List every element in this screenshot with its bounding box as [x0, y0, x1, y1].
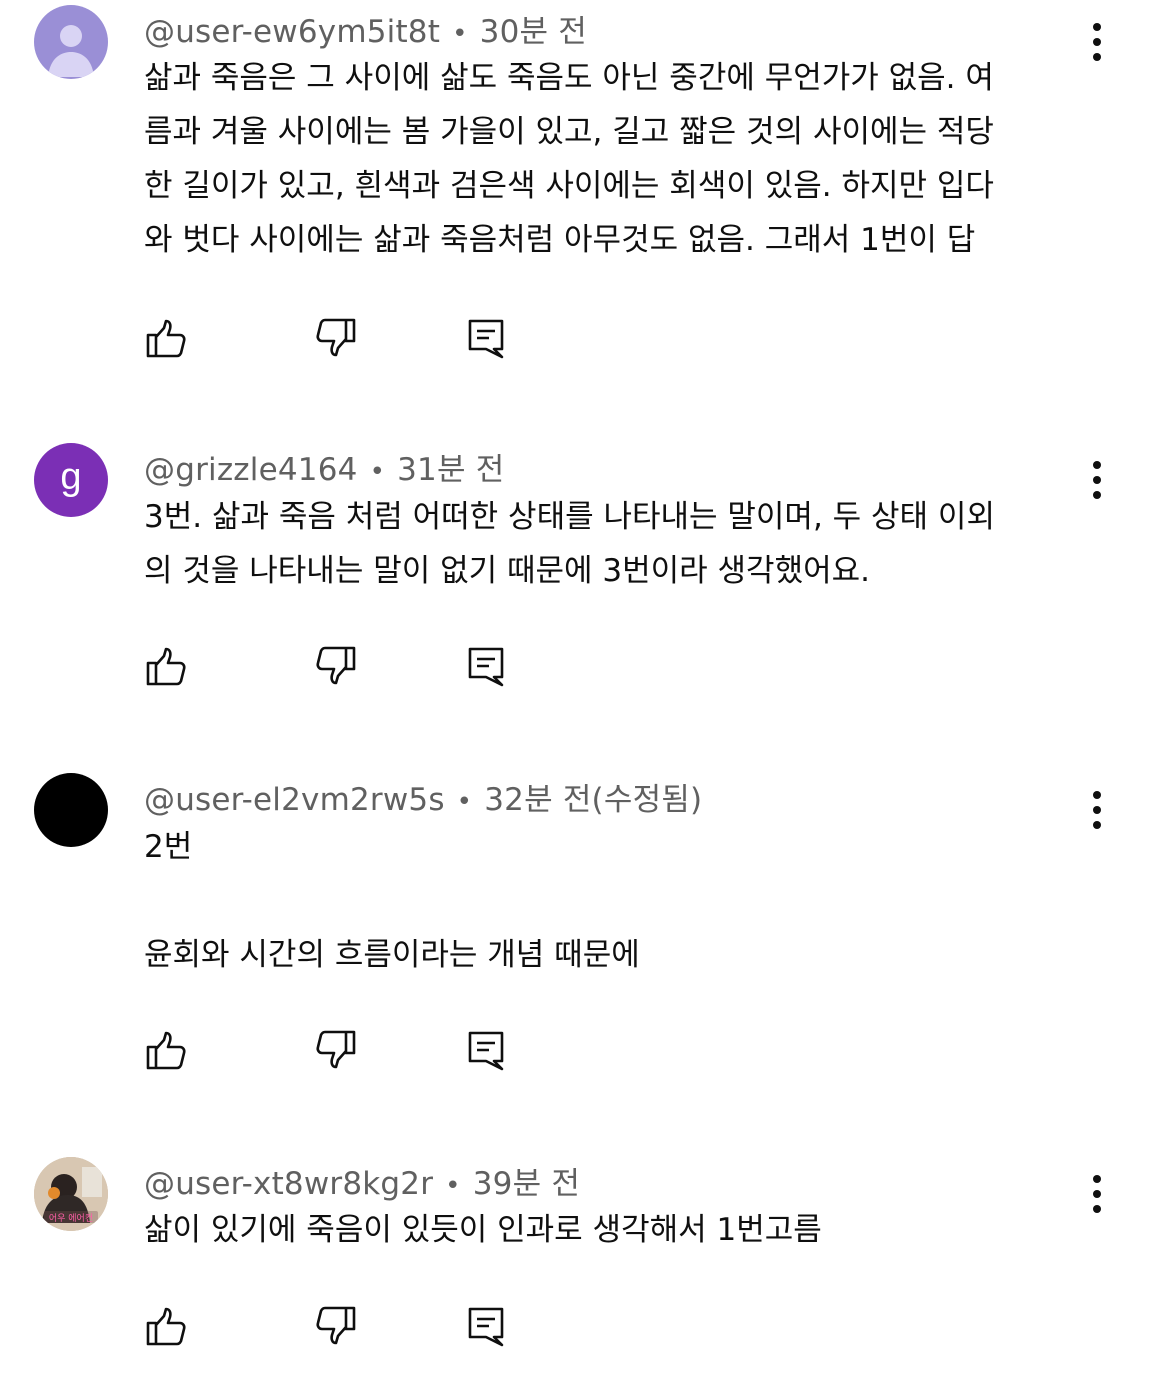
comment-actions — [144, 1028, 524, 1072]
comment-header: @user-xt8wr8kg2r • 39분 전 — [144, 1158, 580, 1203]
more-options-button[interactable] — [1082, 788, 1112, 832]
author-handle[interactable]: @user-el2vm2rw5s — [144, 782, 445, 818]
reply-button[interactable] — [464, 316, 508, 360]
comment-time[interactable]: 30분 전 — [480, 14, 587, 50]
author-handle[interactable]: @user-xt8wr8kg2r — [144, 1166, 433, 1202]
avatar[interactable]: g — [34, 443, 108, 517]
more-vert-icon — [1093, 1175, 1101, 1213]
comment-text: 2번 윤회와 시간의 흐름이라는 개념 때문에 — [144, 829, 640, 973]
dislike-icon — [316, 1306, 356, 1345]
avatar[interactable] — [34, 5, 108, 79]
separator-dot: • — [445, 1171, 461, 1201]
more-options-button[interactable] — [1082, 458, 1112, 502]
dislike-button[interactable] — [314, 316, 358, 360]
like-icon — [146, 1031, 186, 1070]
like-icon — [146, 319, 186, 358]
reply-button[interactable] — [464, 1304, 508, 1348]
comment-text: 3번. 삶과 죽음 처럼 어떠한 상태를 나타내는 말이며, 두 상태 이외 의… — [144, 499, 995, 589]
more-vert-icon — [1093, 791, 1101, 829]
author-handle[interactable]: @grizzle4164 — [144, 452, 358, 488]
reply-icon — [468, 1031, 504, 1071]
comment-actions — [144, 316, 524, 360]
reply-icon — [468, 1307, 504, 1347]
avatar[interactable]: 어우 에어컨 — [34, 1157, 108, 1231]
avatar[interactable] — [34, 773, 108, 847]
reply-button[interactable] — [464, 644, 508, 688]
dislike-button[interactable] — [314, 644, 358, 688]
dislike-icon — [316, 318, 356, 357]
avatar-letter: g — [60, 455, 82, 498]
comment-header: @user-ew6ym5it8t • 30분 전 — [144, 6, 587, 51]
separator-dot: • — [452, 19, 468, 49]
avatar-caption: 어우 에어컨 — [48, 1214, 94, 1224]
like-button[interactable] — [144, 644, 188, 688]
comment-header: @user-el2vm2rw5s • 32분 전(수정됨) — [144, 774, 702, 819]
comment-text: 삶이 있기에 죽음이 있듯이 인과로 생각해서 1번고름 — [144, 1212, 822, 1248]
like-icon — [146, 1307, 186, 1346]
comment-actions — [144, 1304, 524, 1348]
author-handle[interactable]: @user-ew6ym5it8t — [144, 14, 440, 50]
comment-text: 삶과 죽음은 그 사이에 삶도 죽음도 아닌 중간에 무언가가 없음. 여 름과… — [144, 60, 994, 258]
like-icon — [146, 647, 186, 686]
more-vert-icon — [1093, 23, 1101, 61]
reply-icon — [468, 319, 504, 359]
dislike-icon — [316, 1030, 356, 1069]
dislike-button[interactable] — [314, 1028, 358, 1072]
reply-icon — [468, 647, 504, 687]
comment-time[interactable]: 31분 전 — [397, 452, 504, 488]
separator-dot: • — [456, 787, 473, 817]
dislike-icon — [316, 646, 356, 685]
separator-dot: • — [369, 457, 386, 487]
like-button[interactable] — [144, 1304, 188, 1348]
like-button[interactable] — [144, 1028, 188, 1072]
comment-header: @grizzle4164 • 31분 전 — [144, 444, 504, 489]
dislike-button[interactable] — [314, 1304, 358, 1348]
more-options-button[interactable] — [1082, 1172, 1112, 1216]
comment-time[interactable]: 39분 전 — [473, 1166, 580, 1202]
like-button[interactable] — [144, 316, 188, 360]
person-avatar-icon — [48, 25, 94, 77]
more-options-button[interactable] — [1082, 20, 1112, 64]
reply-button[interactable] — [464, 1028, 508, 1072]
comment-time[interactable]: 32분 전(수정됨) — [484, 782, 702, 818]
more-vert-icon — [1093, 461, 1101, 499]
comment-actions — [144, 644, 524, 688]
